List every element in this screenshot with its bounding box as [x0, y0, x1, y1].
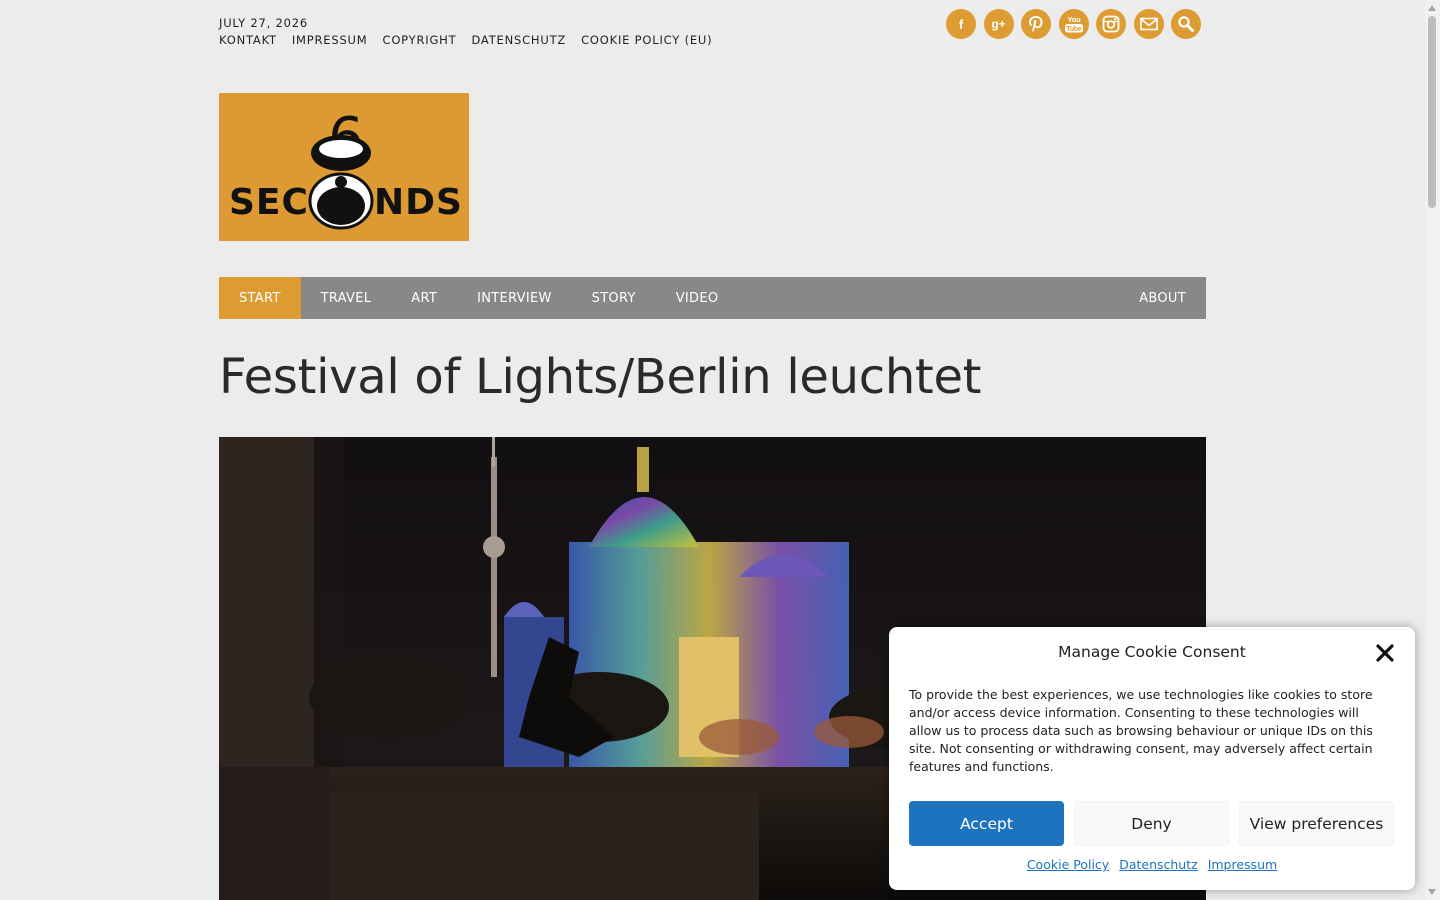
scroll-down-arrow-icon[interactable]: [1428, 889, 1436, 895]
mail-icon[interactable]: [1133, 9, 1164, 39]
facebook-icon[interactable]: f: [946, 9, 976, 39]
nav-item-start[interactable]: START: [219, 277, 301, 319]
top-bar: JULY 27, 2026 KONTAKT IMPRESSUM COPYRIGH…: [219, 9, 1206, 54]
top-link-datenschutz[interactable]: DATENSCHUTZ: [471, 33, 566, 47]
deny-button[interactable]: Deny: [1074, 801, 1229, 846]
nav-item-art[interactable]: ART: [391, 277, 457, 319]
cookie-links: Cookie Policy Datenschutz Impressum: [889, 857, 1415, 872]
nav-item-about[interactable]: ABOUT: [1119, 277, 1206, 319]
svg-text:You: You: [1067, 15, 1081, 24]
cookie-consent-dialog: Manage Cookie Consent To provide the bes…: [889, 627, 1415, 890]
impressum-link[interactable]: Impressum: [1208, 857, 1277, 872]
nav-item-interview[interactable]: INTERVIEW: [457, 277, 572, 319]
top-links: KONTAKT IMPRESSUM COPYRIGHT DATENSCHUTZ …: [219, 33, 712, 47]
google-plus-icon[interactable]: g+: [983, 9, 1014, 39]
social-links: f g+ You Tube: [946, 9, 1201, 39]
instagram-icon[interactable]: [1096, 9, 1126, 39]
pinterest-icon[interactable]: [1021, 9, 1051, 39]
nav-item-travel[interactable]: TRAVEL: [301, 277, 392, 319]
scroll-thumb[interactable]: [1428, 16, 1436, 208]
top-link-copyright[interactable]: COPYRIGHT: [383, 33, 457, 47]
current-date: JULY 27, 2026: [219, 16, 308, 30]
close-icon[interactable]: [1374, 642, 1396, 664]
accept-button[interactable]: Accept: [909, 801, 1064, 846]
search-icon[interactable]: [1171, 9, 1201, 39]
youtube-icon[interactable]: You Tube: [1058, 9, 1089, 39]
nav-item-video[interactable]: VIDEO: [656, 277, 739, 319]
cookie-buttons: Accept Deny View preferences: [909, 801, 1394, 846]
cookie-dialog-body: To provide the best experiences, we use …: [909, 687, 1373, 774]
svg-text:Tube: Tube: [1066, 26, 1082, 33]
page-title: Festival of Lights/Berlin leuchtet: [219, 349, 982, 405]
main-nav: START TRAVEL ART INTERVIEW STORY VIDEO A…: [219, 277, 1206, 319]
scroll-up-arrow-icon[interactable]: [1428, 5, 1436, 11]
cookie-dialog-title: Manage Cookie Consent: [1058, 643, 1246, 661]
view-preferences-button[interactable]: View preferences: [1239, 801, 1394, 846]
nav-item-story[interactable]: STORY: [572, 277, 656, 319]
top-link-impressum[interactable]: IMPRESSUM: [292, 33, 368, 47]
datenschutz-link[interactable]: Datenschutz: [1119, 857, 1198, 872]
logo-text-left: SEC: [229, 182, 309, 223]
logo-text-right: NDS: [374, 182, 463, 223]
scrollbar[interactable]: [1425, 0, 1440, 900]
site-logo[interactable]: 6 SEC NDS: [219, 93, 469, 241]
top-link-cookie-policy[interactable]: COOKIE POLICY (EU): [581, 33, 712, 47]
top-link-kontakt[interactable]: KONTAKT: [219, 33, 277, 47]
cookie-policy-link[interactable]: Cookie Policy: [1027, 857, 1109, 872]
